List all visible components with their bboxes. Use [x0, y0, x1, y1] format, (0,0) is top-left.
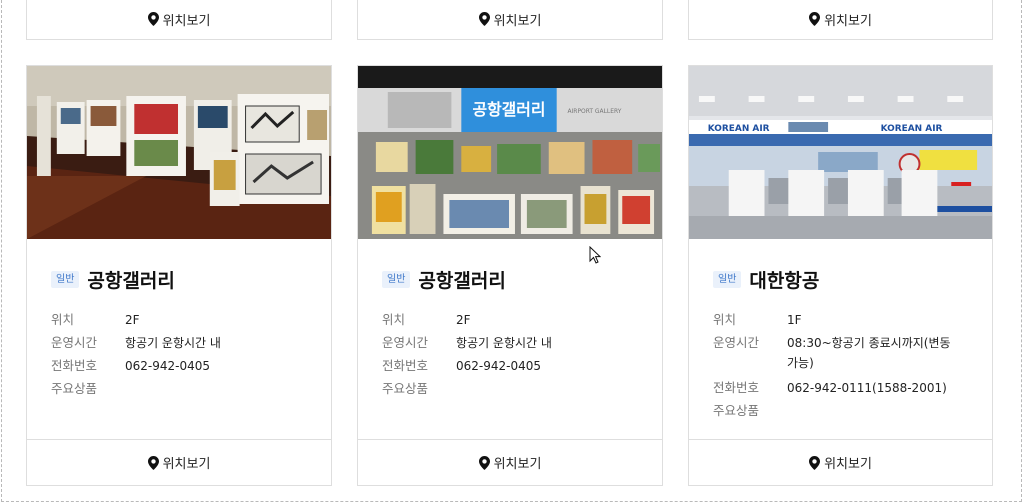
info-row-products: 주요상품 [382, 381, 642, 397]
shop-info: 위치 2F 운영시간 항공기 운항시간 내 전화번호 062-942-0405 … [382, 312, 642, 404]
info-row-phone: 전화번호 062-942-0111(1588-2001) [713, 380, 972, 396]
info-value: 062-942-0111(1588-2001) [787, 381, 947, 395]
gallery-sign-text: 공항갤러리 [472, 100, 545, 119]
info-label: 전화번호 [382, 358, 429, 373]
shop-info: 위치 1F 운영시간 08:30~항공기 종료시까지(변동가능) 전화번호 06… [713, 312, 972, 426]
info-row-products: 주요상품 [51, 381, 311, 397]
location-bar: 위치보기 [27, 439, 331, 485]
info-label: 주요상품 [51, 381, 98, 396]
category-badge: 일반 [382, 271, 411, 288]
location-button[interactable]: 위치보기 [358, 440, 662, 485]
info-label: 주요상품 [713, 403, 760, 418]
info-label: 운영시간 [382, 335, 429, 350]
info-row-hours: 운영시간 항공기 운항시간 내 [382, 335, 642, 351]
location-button[interactable]: 위치보기 [689, 440, 992, 485]
info-row-products: 주요상품 [713, 403, 972, 419]
info-label: 주요상품 [382, 381, 429, 396]
shop-card[interactable]: 일반 공항갤러리 위치 2F 운영시간 항공기 운항시간 내 전화번호 062-… [26, 65, 332, 486]
shop-photo-airline-counter: KOREAN AIR KOREAN AIR [689, 66, 992, 239]
shop-title-row: 일반 공항갤러리 [382, 266, 506, 293]
info-row-phone: 전화번호 062-942-0405 [382, 358, 642, 374]
location-pin-icon [147, 455, 159, 470]
top-card-2: 위치보기 [357, 0, 663, 40]
location-pin-icon [147, 12, 159, 26]
info-row-location: 위치 1F [713, 312, 972, 328]
mouse-cursor-icon [589, 246, 601, 264]
category-badge: 일반 [51, 271, 80, 288]
top-card-1: 위치보기 [26, 0, 332, 40]
location-button-label: 위치보기 [493, 457, 542, 472]
location-button[interactable]: 위치보기 [27, 0, 331, 39]
info-label: 위치 [382, 312, 406, 327]
shop-card[interactable]: KOREAN AIR KOREAN AIR 일반 대한항공 위치 1F 운영시간… [688, 65, 993, 486]
location-button[interactable]: 위치보기 [358, 0, 662, 39]
info-label: 전화번호 [713, 380, 760, 395]
location-button-label: 위치보기 [824, 457, 872, 472]
info-label: 운영시간 [713, 335, 760, 350]
shop-info: 위치 2F 운영시간 항공기 운항시간 내 전화번호 062-942-0405 … [51, 312, 311, 404]
location-pin-icon [809, 455, 821, 470]
info-value: 1F [787, 313, 802, 327]
location-button-label: 위치보기 [162, 457, 211, 472]
info-row-hours: 운영시간 항공기 운항시간 내 [51, 335, 311, 351]
info-label: 운영시간 [51, 335, 98, 350]
info-value: 항공기 운항시간 내 [456, 336, 552, 350]
info-value: 062-942-0405 [456, 359, 542, 373]
top-card-3: 위치보기 [688, 0, 993, 40]
info-row-location: 위치 2F [382, 312, 642, 328]
info-label: 위치 [51, 312, 75, 327]
info-label: 위치 [713, 312, 737, 327]
info-row-location: 위치 2F [51, 312, 311, 328]
gallery-subsign-text: AIRPORT GALLERY [567, 108, 621, 115]
info-value: 062-942-0405 [125, 359, 211, 373]
shop-title-row: 일반 대한항공 [713, 266, 819, 293]
info-row-hours: 운영시간 08:30~항공기 종료시까지(변동가능) [713, 335, 972, 373]
shop-title-row: 일반 공항갤러리 [51, 266, 175, 293]
location-button[interactable]: 위치보기 [689, 0, 992, 39]
location-button-label: 위치보기 [824, 13, 872, 29]
shop-card[interactable]: 공항갤러리 AIRPORT GALLERY 일반 공항갤러리 위치 2F 운영시… [357, 65, 663, 486]
location-button-label: 위치보기 [162, 13, 211, 29]
shop-name: 공항갤러리 [418, 270, 506, 292]
shop-name: 공항갤러리 [87, 270, 175, 292]
airline-sign-text: KOREAN AIR [708, 124, 770, 134]
info-value: 항공기 운항시간 내 [125, 336, 221, 350]
info-value: 08:30~항공기 종료시까지(변동가능) [787, 336, 951, 370]
shop-photo-gallery-corridor [27, 66, 331, 239]
info-value: 2F [456, 313, 471, 327]
location-bar: 위치보기 [689, 439, 992, 485]
location-pin-icon [478, 455, 490, 470]
info-label: 전화번호 [51, 358, 98, 373]
shop-name: 대한항공 [749, 270, 820, 292]
location-button-label: 위치보기 [493, 13, 542, 29]
shop-photo-gallery-storefront: 공항갤러리 AIRPORT GALLERY [358, 66, 662, 239]
airline-sign-text: KOREAN AIR [881, 124, 943, 134]
location-button[interactable]: 위치보기 [27, 440, 331, 485]
category-badge: 일반 [713, 271, 742, 288]
location-pin-icon [478, 12, 490, 26]
info-row-phone: 전화번호 062-942-0405 [51, 358, 311, 374]
location-bar: 위치보기 [358, 439, 662, 485]
info-value: 2F [125, 313, 140, 327]
location-pin-icon [809, 12, 821, 26]
